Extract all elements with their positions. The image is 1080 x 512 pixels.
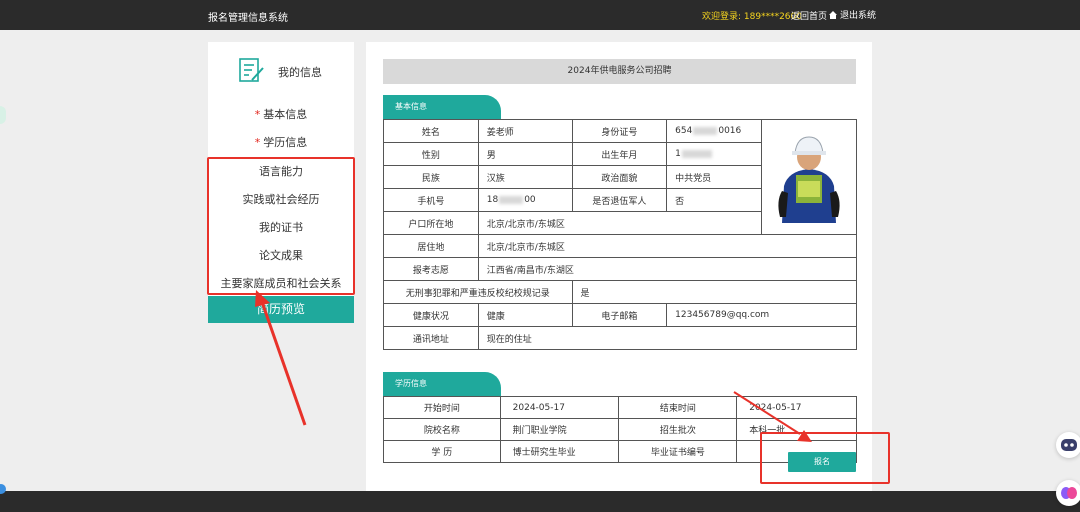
highlight-box-optional-items [207,157,355,295]
end-label: 结束时间 [618,396,738,419]
sidebar-item-basic-info[interactable]: * 基本信息 [208,106,354,122]
health-value: 健康 [477,303,573,327]
highlight-box-signup [760,432,890,484]
logout-label: 退出系统 [840,11,877,21]
residence-label: 居住地 [383,234,479,258]
address-value: 现在的住址 [477,326,858,350]
batch-label: 招生批次 [618,418,738,441]
sidebar-title: 我的信息 [278,66,322,79]
top-bar: 报名管理信息系统 欢迎登录: 189****2600 返回首页 退出系统 [0,0,1080,30]
start-label: 开始时间 [383,396,501,419]
name-value: 姜老师 [477,119,573,143]
required-mark: * [254,136,261,149]
bottom-bar [0,491,1080,512]
record-value: 是 [571,280,858,304]
required-mark: * [254,108,261,121]
school-value: 荆门职业学院 [499,418,620,441]
gender-value: 男 [477,142,573,166]
sidebar-header: 我的信息 [208,56,354,84]
degree-value: 博士研究生毕业 [499,440,620,463]
logout-link[interactable]: 退出系统 [829,8,876,21]
resume-preview-button[interactable]: 简历预览 [208,296,354,323]
system-title: 报名管理信息系统 [208,13,288,24]
id-value: 654 0016 [666,119,762,143]
brain-icon [1061,487,1077,499]
applicant-photo [763,131,854,223]
phone-value: 18 00 [477,188,573,212]
id-label: 身份证号 [571,119,668,143]
cert-label: 毕业证书编号 [618,440,738,463]
health-label: 健康状况 [383,303,479,327]
job-title: 2024年供电服务公司招聘 [383,59,856,84]
political-value: 中共党员 [666,165,762,189]
main-panel: 2024年供电服务公司招聘 基本信息 姓名 姜老师 身份证号 6540016 [366,42,872,491]
political-label: 政治面貌 [571,165,668,189]
end-value: 2024-05-17 [736,396,857,419]
basic-info-table: 姓名 姜老师 身份证号 654 0016 性别 男 出生年月 1 民族 汉族 政… [383,119,858,350]
residence-value: 北京/北京市/东城区 [477,234,858,258]
start-value: 2024-05-17 [499,396,620,419]
degree-label: 学 历 [383,440,501,463]
photo-cell [760,119,858,235]
email-label: 电子邮箱 [571,303,668,327]
name-label: 姓名 [383,119,479,143]
home-link[interactable]: 返回首页 [791,9,827,22]
wish-label: 报考志愿 [383,257,479,281]
document-edit-icon [239,58,264,82]
birth-label: 出生年月 [571,142,668,166]
hukou-label: 户口所在地 [383,211,479,235]
welcome-text: 欢迎登录: 189****2600 [702,12,802,22]
ethnicity-label: 民族 [383,165,479,189]
sidebar-item-education[interactable]: * 学历信息 [208,134,354,150]
veteran-label: 是否退伍军人 [571,188,668,212]
chat-face-icon [1061,439,1077,451]
birth-value: 1 [666,142,762,166]
side-widget-icon[interactable] [0,106,6,124]
chat-assistant-icon[interactable] [1056,432,1080,458]
ethnicity-value: 汉族 [477,165,573,189]
sidebar-item-label: 学历信息 [263,136,308,149]
sidebar-item-label: 基本信息 [263,108,308,121]
record-label: 无刑事犯罪和严重违反校纪校规记录 [383,280,573,304]
gender-label: 性别 [383,142,479,166]
tab-education: 学历信息 [383,372,501,396]
phone-label: 手机号 [383,188,479,212]
email-value: 123456789@qq.com [666,303,857,327]
address-label: 通讯地址 [383,326,479,350]
hukou-value: 北京/北京市/东城区 [477,211,762,235]
tab-basic-info: 基本信息 [383,95,501,119]
school-label: 院校名称 [383,418,501,441]
brain-assistant-icon[interactable] [1056,480,1080,506]
home-icon [829,10,837,19]
veteran-value: 否 [666,188,762,212]
wish-value: 江西省/南昌市/东湖区 [477,257,858,281]
